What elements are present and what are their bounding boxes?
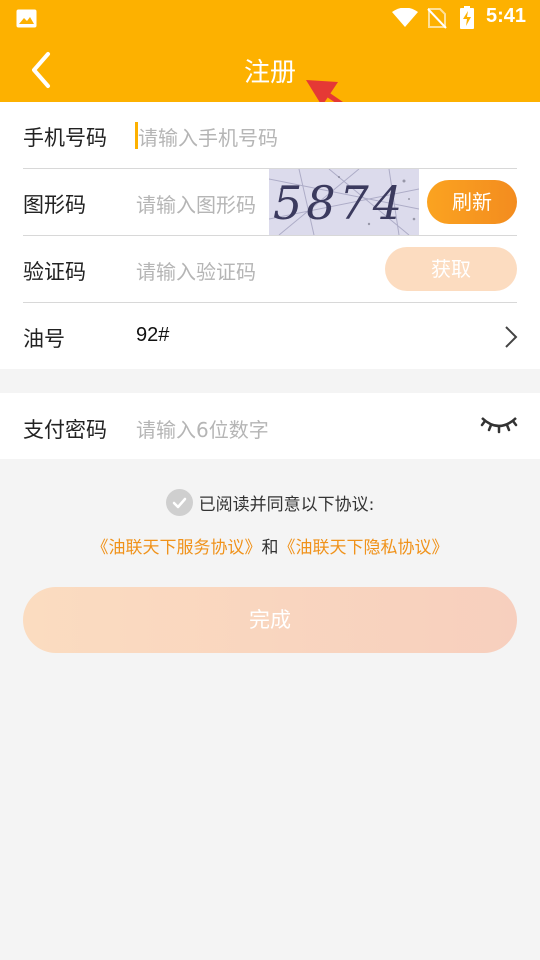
and-text: 和 (261, 538, 279, 558)
status-bar: 5:41 (0, 0, 540, 36)
captcha-text: 5874 (273, 176, 406, 230)
captcha-label: 图形码 (23, 193, 86, 217)
battery-icon (460, 6, 474, 29)
submit-button[interactable]: 完成 (23, 587, 517, 653)
app-bar: 注册 (0, 36, 540, 102)
register-form: 手机号码 请输入手机号码 图形码 请输入图形码 5874 刷新 验证码 请输入验… (0, 102, 540, 369)
sms-code-label: 验证码 (23, 260, 86, 284)
eye-closed-icon[interactable] (480, 412, 518, 438)
agree-checkbox[interactable] (165, 489, 193, 516)
pay-password-row: 支付密码 请输入6位数字 (0, 393, 540, 459)
captcha-row: 图形码 请输入图形码 5874 刷新 (23, 169, 517, 236)
phone-label: 手机号码 (23, 126, 107, 150)
captcha-image[interactable]: 5874 (269, 169, 419, 235)
privacy-agreement-link[interactable]: 《油联天下隐私协议》 (279, 538, 449, 558)
pay-password-label: 支付密码 (23, 418, 107, 442)
service-agreement-link[interactable]: 《油联天下服务协议》 (92, 538, 262, 558)
pay-password-input[interactable]: 请输入6位数字 (136, 414, 269, 443)
sms-code-input[interactable]: 请输入验证码 (136, 256, 256, 285)
image-icon (16, 9, 37, 28)
refresh-captcha-button[interactable]: 刷新 (427, 180, 517, 224)
phone-row: 手机号码 请输入手机号码 (23, 102, 517, 169)
sms-code-row: 验证码 请输入验证码 获取 (23, 236, 517, 303)
page-title: 注册 (243, 58, 296, 88)
phone-input[interactable]: 请输入手机号码 (138, 122, 278, 151)
oil-value: 92# (136, 324, 170, 346)
status-time: 5:41 (486, 5, 527, 27)
oil-label: 油号 (23, 327, 65, 351)
oil-row[interactable]: 油号 92# (23, 303, 518, 370)
captcha-input[interactable]: 请输入图形码 (136, 189, 256, 218)
agreement-row: 已阅读并同意以下协议: (0, 489, 540, 519)
agreement-links: 《油联天下服务协议》和《油联天下隐私协议》 (0, 533, 540, 558)
check-icon (172, 497, 186, 509)
agreement-text: 已阅读并同意以下协议: (198, 495, 375, 515)
wifi-icon (392, 8, 418, 27)
chevron-right-icon (505, 326, 518, 348)
get-code-button[interactable]: 获取 (385, 247, 517, 291)
no-sim-icon (427, 8, 447, 29)
